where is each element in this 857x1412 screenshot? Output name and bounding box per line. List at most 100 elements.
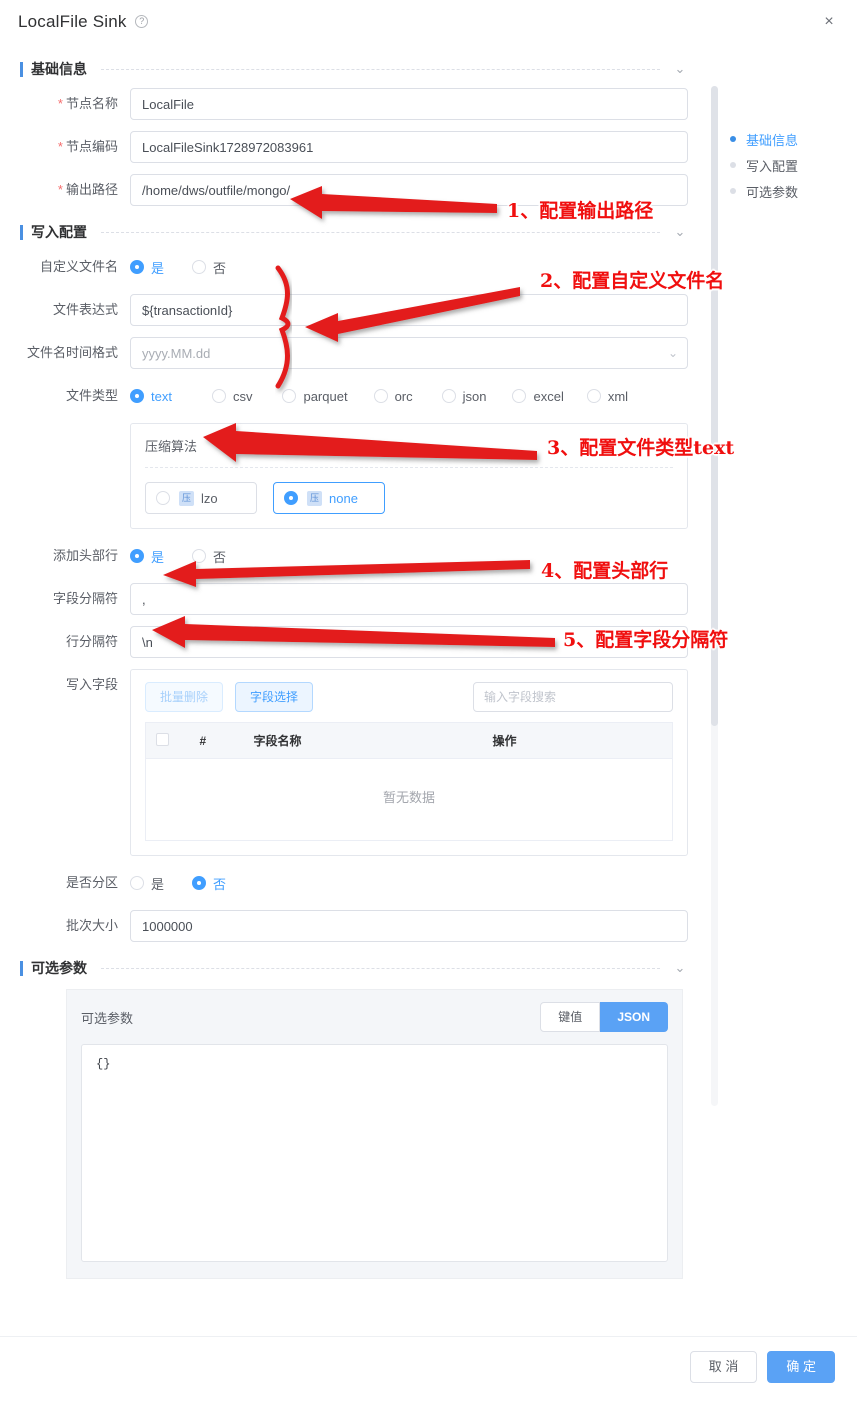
label-write-fields: 写入字段	[65, 677, 118, 692]
confirm-button[interactable]: 确 定	[767, 1351, 835, 1383]
panel-divider	[145, 467, 673, 468]
radio-label: xml	[607, 388, 629, 404]
batch-size-input[interactable]	[130, 910, 688, 942]
compression-options[interactable]: lzo none	[145, 482, 673, 514]
field-row-node-code: 节点编码	[0, 131, 718, 163]
optional-params-mode-toggle[interactable]: 键值 JSON	[540, 1002, 668, 1032]
radio-icon	[586, 389, 601, 403]
radio-icon	[192, 260, 207, 274]
label-header-row: 添加头部行	[52, 548, 118, 563]
field-row-file-type: 文件类型 text csv parquet orc json excel xml	[0, 380, 718, 412]
bullet-icon	[730, 162, 736, 168]
radio-icon	[284, 491, 298, 505]
node-name-input[interactable]	[130, 88, 688, 120]
file-type-radio-group[interactable]: text csv parquet orc json excel xml	[130, 380, 688, 412]
radio-icon	[192, 549, 207, 563]
field-row-header-row: 添加头部行 是 否	[0, 540, 718, 572]
field-select-button[interactable]: 字段选择	[235, 682, 314, 712]
radio-label: 是	[151, 260, 165, 276]
anchor-label: 基础信息	[746, 132, 799, 148]
compression-panel: 压缩算法 lzo none	[130, 423, 688, 529]
label-line-separator: 行分隔符	[65, 634, 118, 649]
optional-params-header: 可选参数 键值 JSON	[81, 1002, 668, 1032]
filename-time-format-value[interactable]	[130, 337, 688, 369]
radio-file-type-excel[interactable]: excel	[512, 388, 564, 404]
radio-custom-filename-no[interactable]: 否	[192, 258, 226, 277]
radio-custom-filename-yes[interactable]: 是	[130, 258, 164, 277]
bullet-icon	[730, 188, 736, 194]
section-divider	[101, 967, 660, 969]
dialog-body: 基础信息 ⌄ 节点名称 节点编码 输出路径 写入配置	[0, 44, 857, 1336]
radio-header-row-yes[interactable]: 是	[130, 547, 164, 566]
codec-option-none[interactable]: none	[273, 482, 385, 514]
radio-partition-yes[interactable]: 是	[130, 874, 164, 893]
node-code-input[interactable]	[130, 131, 688, 163]
anchor-nav: 基础信息 写入配置 可选参数	[730, 126, 850, 204]
line-separator-input[interactable]	[130, 626, 688, 658]
optional-params-json-editor[interactable]: {}	[81, 1044, 668, 1262]
field-search-input[interactable]	[473, 682, 673, 712]
section-title-optional: 可选参数	[31, 960, 87, 976]
section-divider	[101, 231, 660, 233]
table-header-field-name: 字段名称	[243, 722, 483, 759]
field-separator-input[interactable]	[130, 583, 688, 615]
radio-file-type-orc[interactable]: orc	[373, 389, 413, 404]
file-expression-input[interactable]	[130, 294, 688, 326]
chevron-down-icon[interactable]: ⌄	[672, 61, 688, 77]
output-path-input[interactable]	[130, 174, 688, 206]
label-file-expression: 文件表达式	[52, 302, 118, 317]
radio-icon	[441, 389, 456, 403]
chevron-down-icon[interactable]: ⌄	[672, 960, 688, 976]
field-row-compression: 压缩算法 lzo none	[0, 423, 718, 529]
radio-header-row-no[interactable]: 否	[192, 547, 226, 566]
radio-label: 否	[213, 876, 227, 892]
close-icon[interactable]: ×	[819, 12, 839, 32]
radio-partition-no[interactable]: 否	[192, 874, 226, 893]
anchor-item-basic[interactable]: 基础信息	[730, 126, 850, 152]
header-row-radio-group[interactable]: 是 否	[130, 540, 688, 572]
radio-file-type-csv[interactable]: csv	[211, 389, 252, 404]
label-partition: 是否分区	[65, 875, 118, 890]
table-header-row: # 字段名称 操作	[145, 722, 673, 759]
section-accent-bar	[20, 61, 23, 77]
section-header-basic[interactable]: 基础信息 ⌄	[0, 54, 718, 84]
mode-keyvalue-button[interactable]: 键值	[540, 1002, 601, 1032]
radio-icon	[156, 491, 170, 505]
radio-file-type-parquet[interactable]: parquet	[282, 389, 348, 404]
scrollbar-thumb[interactable]	[711, 86, 718, 726]
radio-file-type-xml[interactable]: xml	[586, 388, 629, 404]
optional-params-title: 可选参数	[81, 1010, 134, 1026]
bullet-icon	[730, 136, 736, 142]
radio-label: excel	[533, 388, 564, 404]
mode-json-button[interactable]: JSON	[600, 1002, 668, 1032]
section-header-optional[interactable]: 可选参数 ⌄	[0, 953, 718, 983]
help-icon[interactable]: ?	[135, 15, 149, 28]
codec-option-lzo[interactable]: lzo	[145, 482, 257, 514]
chevron-down-icon[interactable]: ⌄	[672, 224, 688, 240]
anchor-item-write[interactable]: 写入配置	[730, 152, 850, 178]
batch-delete-button[interactable]: 批量删除	[145, 682, 224, 712]
radio-label: 否	[213, 260, 227, 276]
radio-file-type-json[interactable]: json	[441, 389, 486, 404]
anchor-item-optional[interactable]: 可选参数	[730, 178, 850, 204]
page-title: LocalFile Sink	[18, 12, 127, 31]
table-empty-row: 暂无数据	[145, 758, 673, 841]
cancel-button[interactable]: 取 消	[689, 1351, 758, 1383]
radio-file-type-text[interactable]: text	[130, 389, 172, 404]
label-node-code: 节点编码	[20, 131, 130, 163]
radio-icon	[130, 260, 144, 274]
optional-params-card: 可选参数 键值 JSON {}	[66, 989, 683, 1279]
partition-radio-group[interactable]: 是 否	[130, 867, 688, 899]
label-node-name: 节点名称	[20, 88, 130, 120]
select-all-checkbox[interactable]	[156, 732, 169, 746]
compress-icon	[179, 490, 194, 506]
footer-buttons: 取 消 确 定	[689, 1351, 835, 1383]
section-accent-bar	[20, 224, 23, 240]
custom-filename-radio-group[interactable]: 是 否	[130, 251, 688, 283]
anchor-label: 可选参数	[746, 184, 799, 200]
codec-label: lzo	[201, 490, 218, 506]
compression-title: 压缩算法	[145, 439, 198, 454]
section-header-write[interactable]: 写入配置 ⌄	[0, 217, 718, 247]
filename-time-format-select[interactable]: ⌄	[130, 337, 688, 369]
anchor-label: 写入配置	[746, 158, 799, 174]
